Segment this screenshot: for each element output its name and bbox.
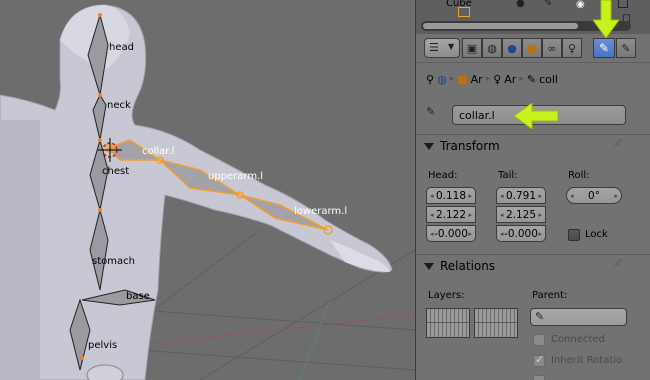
camera-icon: ▣ [466,41,478,55]
cube-icon: ■ [457,72,468,86]
breadcrumb-separator-icon: ▸ [485,74,491,84]
head-label: Head: [428,170,458,181]
lock-checkbox[interactable] [568,229,580,241]
bone-label-lowerarm: lowerarm.l [294,206,348,217]
tail-y-field[interactable]: ◂ 2.125 ▸ [496,206,546,223]
breadcrumb-bone: coll [539,72,558,86]
head-z-field[interactable]: ◂ -0.000 ▸ [426,225,476,242]
tab-constraints[interactable]: ∞ [542,38,562,58]
world-icon: ● [507,41,517,55]
roll-label: Roll: [568,170,590,181]
drag-handle-icon[interactable]: ⁄⁄⁄ [616,138,621,149]
bone-name-value: collar.l [459,109,495,122]
cursor-icon[interactable]: ✎ [544,0,552,9]
scene-icon: ◍ [437,72,447,86]
roll-value: 0° [588,189,600,202]
bone-icon: ✎ [598,41,610,55]
tab-scene[interactable]: ◍ [482,38,502,58]
layers-grid-right[interactable] [474,308,518,338]
relations-title: Relations [440,259,496,273]
properties-panel: Cube ● ✎ ◉ ☐ ☰ ▼ ▣ ◍ ● ■ ∞ ♀ ✎ ✎ ⚲ ◍ ▸ ■… [415,0,650,380]
head-y-value: 2.122 [435,208,467,221]
camera-icon[interactable] [618,0,628,8]
tab-render[interactable]: ▣ [462,38,482,58]
checkmark-icon: ✓ [535,353,545,366]
lock-label: Lock [585,229,608,240]
collapse-triangle-icon [424,262,434,270]
highlight-arrow-down-icon [593,0,619,39]
connected-checkbox[interactable] [533,334,545,346]
chevron-down-icon: ▼ [448,42,455,51]
head-z-value: -0.000 [434,227,468,240]
tail-x-value: 0.791 [505,189,537,202]
head-x-field[interactable]: ◂ 0.118 ▸ [426,187,476,204]
tab-armature[interactable]: ♀ [562,38,582,58]
connected-label: Connected [551,334,605,345]
tab-world[interactable]: ● [502,38,522,58]
relations-section-header[interactable]: Relations [424,257,495,275]
bone-icon: ✎ [526,72,537,86]
tail-z-value: -0.000 [504,227,538,240]
inherit-rotation-checkbox[interactable]: ✓ [533,353,545,367]
breadcrumb-separator-icon: ▸ [449,74,455,84]
highlight-arrow-left-icon [514,103,558,129]
parent-label: Parent: [532,290,568,301]
breadcrumb: ⚲ ◍ ▸ ■ Ar ▸ ♀ Ar ▸ ✎ coll [426,70,558,88]
inherit-rotation-label: Inherit Rotatio [551,355,623,366]
roll-field[interactable]: ◂ 0° ▸ [566,187,622,204]
bone-icon: ✎ [426,105,436,118]
head-y-field[interactable]: ◂ 2.122 ▸ [426,206,476,223]
parent-field[interactable]: ✎ [530,308,627,326]
breadcrumb-armature: Ar [504,72,517,86]
bone-label-neck: neck [107,100,131,111]
bone-label-collar: collar.l [142,146,175,157]
collapse-triangle-icon [424,142,434,150]
bone-label-base: base [126,291,150,302]
tab-bone-constraints[interactable]: ✎ [616,38,636,58]
3d-viewport[interactable]: head neck collar.l chest upperarm.l lowe… [0,0,415,380]
pin-icon[interactable]: ⚲ [426,73,434,86]
tail-x-field[interactable]: ◂ 0.791 ▸ [496,187,546,204]
eye-icon[interactable]: ◉ [576,0,585,10]
cube-icon: ■ [526,41,538,55]
transform-section-header[interactable]: Transform [424,137,500,155]
layers-grid-left[interactable] [426,308,470,338]
scene-icon: ◍ [487,41,497,55]
tail-y-value: 2.125 [505,208,537,221]
bone-constraint-icon: ✎ [621,41,631,55]
chain-icon: ∞ [547,41,557,55]
bone-label-head: head [109,42,134,53]
bone-label-chest: chest [102,166,130,177]
layers-label: Layers: [428,290,465,301]
next-checkbox[interactable] [533,375,545,380]
bone-label-upperarm: upperarm.l [208,171,264,182]
tail-z-field[interactable]: ◂ -0.000 ▸ [496,225,546,242]
breadcrumb-object: Ar [470,72,483,86]
drag-handle-icon[interactable]: ⁄⁄⁄ [616,258,621,269]
cube-icon [458,7,470,17]
sphere-icon[interactable]: ● [516,0,525,9]
stickman-icon: ♀ [567,41,577,55]
tail-label: Tail: [498,170,518,181]
breadcrumb-separator-icon: ▸ [519,74,524,84]
tab-bone[interactable]: ✎ [593,38,615,58]
transform-title: Transform [440,139,500,153]
bone-label-pelvis: pelvis [88,340,118,351]
bone-icon: ✎ [535,310,545,323]
viewport-scene [0,4,415,380]
stickman-icon: ♀ [493,72,502,86]
bone-label-stomach: stomach [92,256,135,267]
tab-object[interactable]: ■ [522,38,542,58]
head-x-value: 0.118 [435,189,467,202]
scrollbar-thumb[interactable] [423,23,578,29]
editor-type-menu[interactable]: ☰ ▼ [424,38,460,58]
properties-menu-icon: ☰ [429,41,439,54]
